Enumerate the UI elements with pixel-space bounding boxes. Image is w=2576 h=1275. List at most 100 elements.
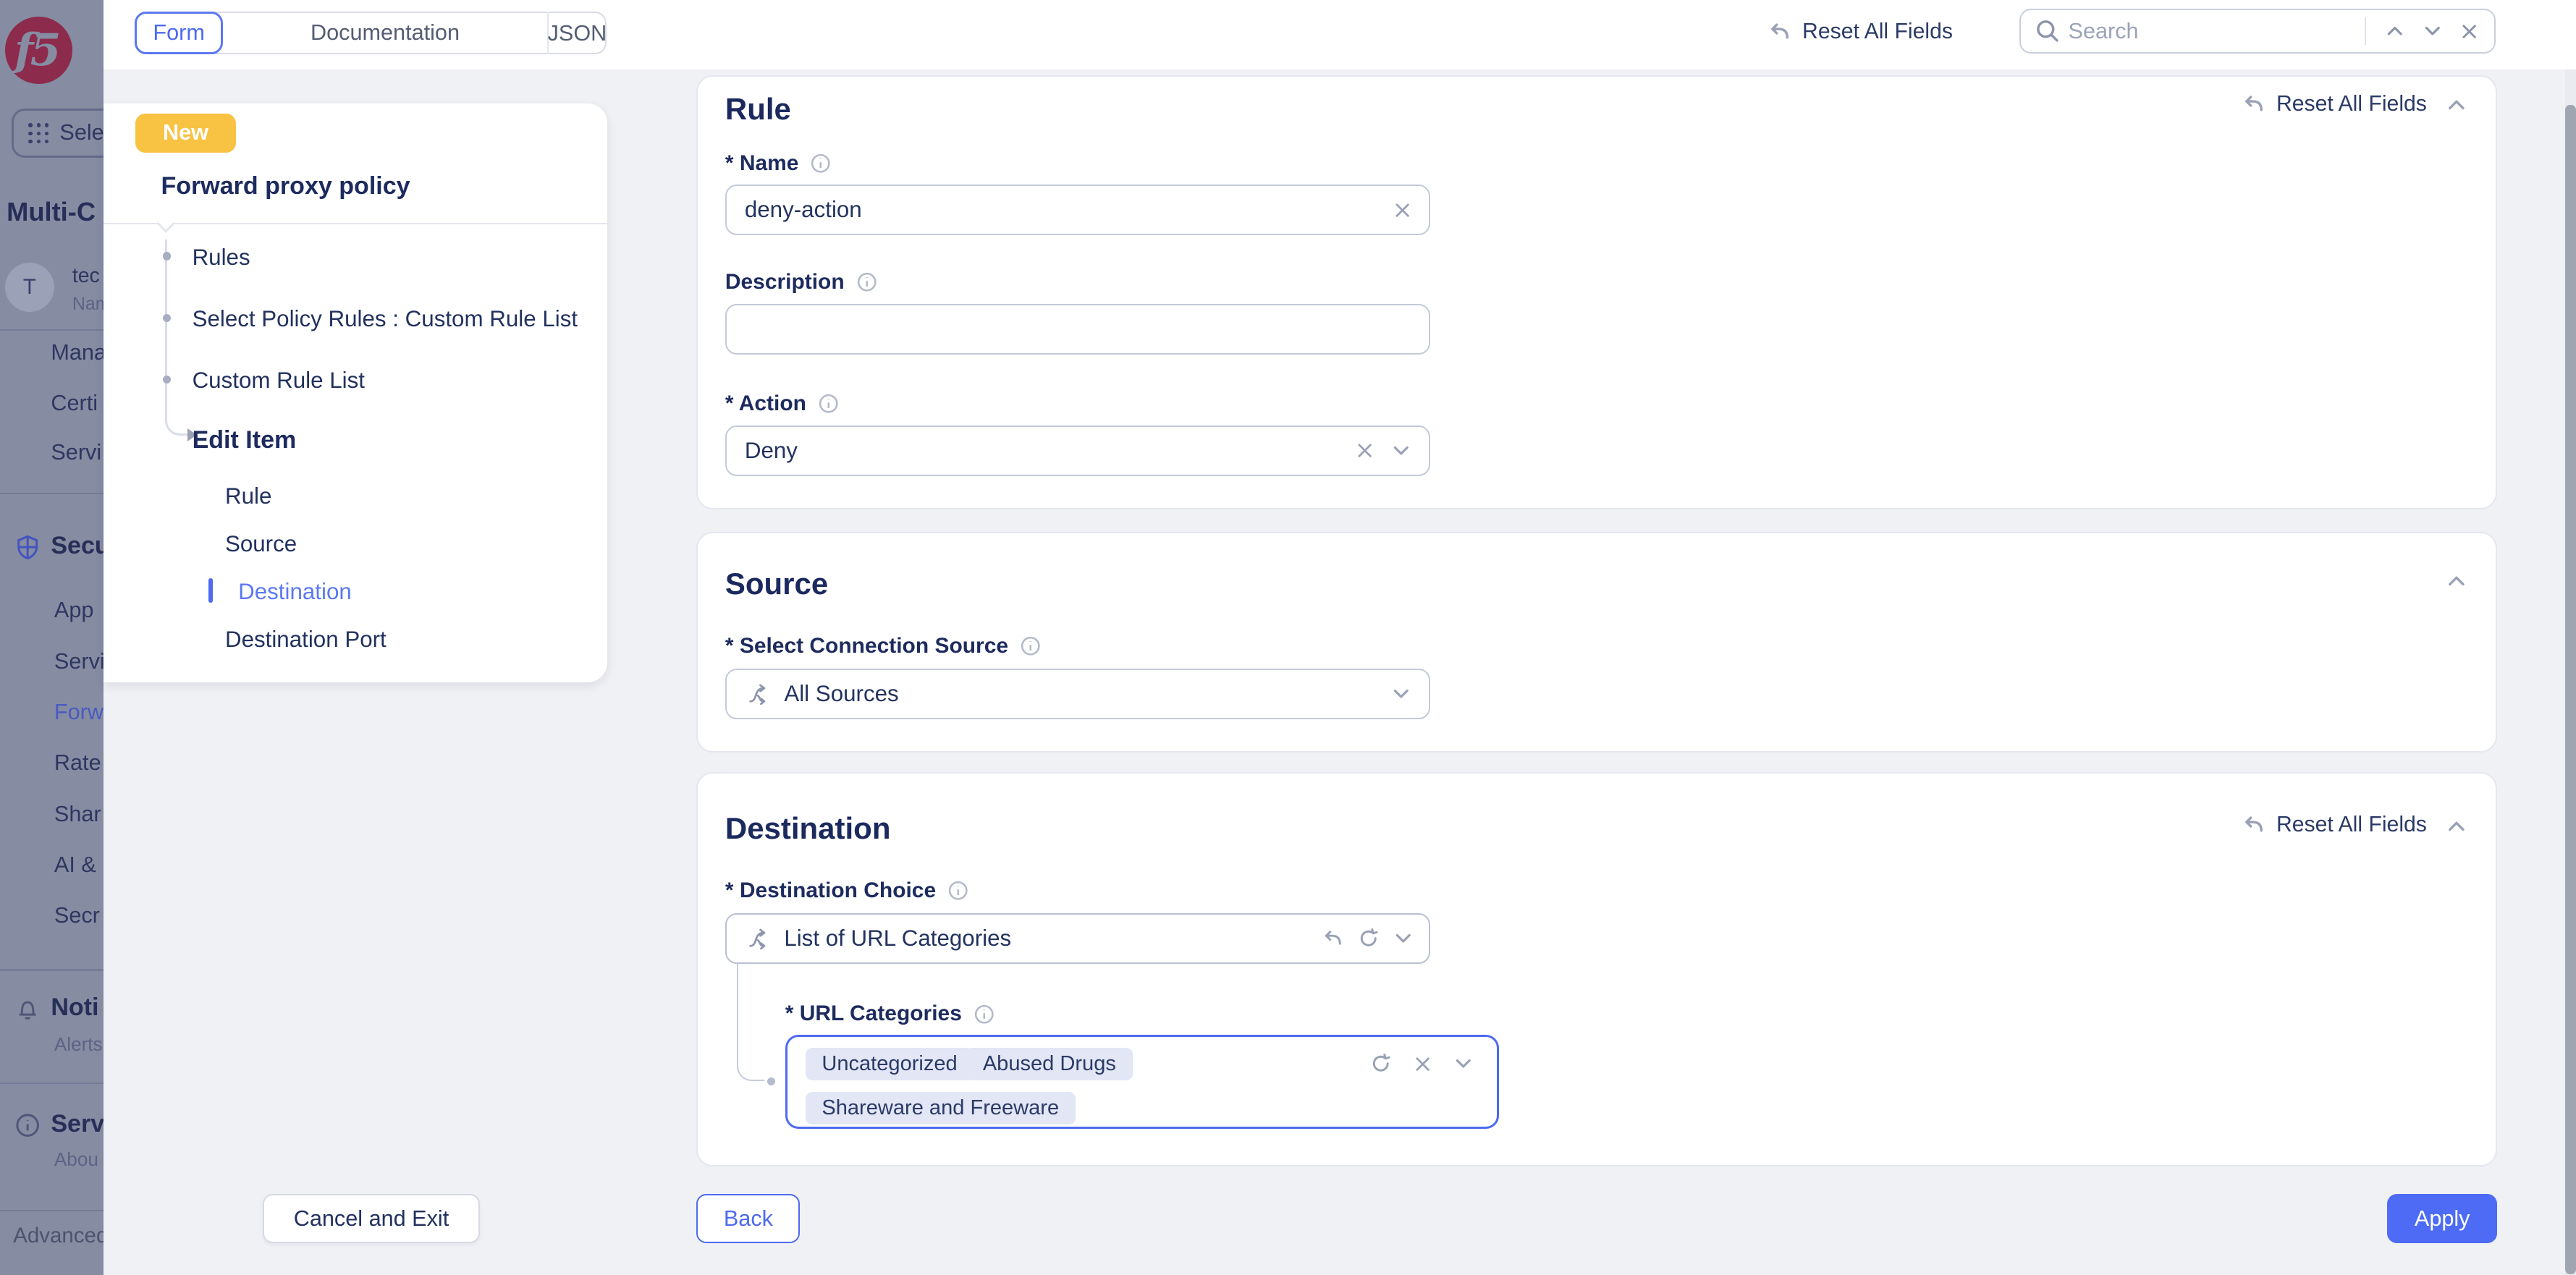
- search-next-button[interactable]: [2414, 20, 2452, 42]
- nested-field-connector-dot: [767, 1077, 775, 1085]
- collapse-section-button[interactable]: [2445, 93, 2468, 117]
- collapse-section-button[interactable]: [2445, 815, 2468, 838]
- wizard-substep-source[interactable]: Source: [225, 531, 297, 557]
- rule-section-title: Rule: [725, 92, 791, 127]
- select-service-label: Sele: [59, 120, 104, 145]
- scrollbar-thumb[interactable]: [2565, 105, 2576, 1274]
- sidebar-item-forward-proxy: Forw: [54, 700, 104, 725]
- sidebar-notifications-subtitle: Alerts: [54, 1033, 103, 1056]
- action-select[interactable]: Deny: [725, 425, 1430, 476]
- sidebar-item-manage: Mana: [51, 340, 104, 365]
- clear-action-icon[interactable]: [1355, 427, 1374, 475]
- refresh-icon[interactable]: [1370, 1037, 1392, 1091]
- select-service-button: Sele: [12, 109, 104, 158]
- tab-documentation[interactable]: Documentation: [223, 13, 546, 52]
- tenant-name: tec: [72, 264, 100, 288]
- tab-form[interactable]: Form: [135, 12, 224, 54]
- sidebar-section-security: Secu: [51, 532, 104, 560]
- collapse-section-button[interactable]: [2445, 569, 2468, 593]
- url-categories-multiselect[interactable]: Uncategorized Abused Drugs Shareware and…: [785, 1035, 1499, 1130]
- wizard-substep-destination[interactable]: Destination: [238, 579, 352, 605]
- modal-body: New Forward proxy policy Rules Select Po…: [104, 69, 2576, 1274]
- sidebar-item-rate: Rate: [54, 750, 101, 776]
- search-box: [2019, 9, 2496, 53]
- cancel-and-exit-button[interactable]: Cancel and Exit: [263, 1194, 480, 1243]
- tenant-subtitle: Nam: [72, 294, 104, 315]
- undo-icon: [1768, 20, 1791, 43]
- rule-reset-fields-button[interactable]: Reset All Fields: [2242, 92, 2427, 117]
- destination-choice-select[interactable]: List of URL Categories: [725, 913, 1430, 964]
- wizard-step-rules[interactable]: Rules: [193, 245, 250, 271]
- sidebar-item-app: App: [54, 598, 94, 623]
- name-input[interactable]: [727, 186, 1429, 234]
- wizard-step-custom-rule-list[interactable]: Custom Rule List: [193, 368, 365, 394]
- wizard-substep-destination-port[interactable]: Destination Port: [225, 627, 387, 653]
- info-icon[interactable]: [810, 153, 832, 174]
- app-root: f5 Sele Multi-C T tec Nam Mana Certi Ser…: [0, 0, 2576, 1275]
- sidebar-divider: [0, 1210, 104, 1211]
- description-input[interactable]: [727, 305, 1429, 353]
- reset-all-fields-label: Reset All Fields: [1802, 20, 1953, 44]
- wizard-step-select-policy-rules[interactable]: Select Policy Rules : Custom Rule List: [193, 306, 578, 332]
- refresh-icon[interactable]: [1358, 915, 1380, 962]
- sidebar-item-certificates: Certi: [51, 391, 98, 416]
- description-input-box: [725, 304, 1430, 355]
- grid-icon: [28, 123, 48, 143]
- sidebar-item-shared: Shar: [54, 802, 101, 827]
- clear-categories-icon[interactable]: [1413, 1037, 1432, 1091]
- f5-logo: f5: [5, 17, 72, 84]
- destination-section-card: Destination Reset All Fields * Destinati…: [696, 772, 2497, 1166]
- destination-choice-value: List of URL Categories: [784, 915, 1011, 962]
- tab-json[interactable]: JSON: [547, 12, 607, 54]
- destination-reset-fields-button[interactable]: Reset All Fields: [2242, 813, 2427, 837]
- shield-icon: [14, 534, 41, 560]
- modal-toolbar: Form Documentation JSON Reset All Fields: [104, 0, 2576, 69]
- category-tag[interactable]: Abused Drugs: [966, 1048, 1132, 1080]
- chevron-down-icon[interactable]: [1453, 1037, 1474, 1091]
- step-dot: [163, 252, 171, 260]
- connection-source-label: * Select Connection Source: [725, 634, 1042, 658]
- url-categories-label: * URL Categories: [785, 1001, 995, 1026]
- search-icon: [2021, 19, 2069, 43]
- info-icon[interactable]: [818, 393, 840, 415]
- description-field-label: Description: [725, 270, 877, 295]
- search-clear-button[interactable]: [2452, 22, 2494, 41]
- bell-icon: [14, 996, 41, 1022]
- branch-icon: [746, 915, 771, 962]
- sidebar-backdrop: f5 Sele Multi-C T tec Nam Mana Certi Ser…: [0, 0, 104, 1275]
- reset-all-fields-button[interactable]: Reset All Fields: [1768, 20, 1953, 44]
- active-substep-bar: [208, 578, 213, 603]
- back-button[interactable]: Back: [696, 1194, 800, 1243]
- apply-button[interactable]: Apply: [2387, 1194, 2497, 1243]
- info-icon[interactable]: [1020, 635, 1042, 657]
- category-tag[interactable]: Uncategorized: [806, 1048, 974, 1080]
- connection-source-select[interactable]: All Sources: [725, 669, 1430, 719]
- wizard-substep-rule[interactable]: Rule: [225, 483, 271, 509]
- chevron-down-icon[interactable]: [1390, 427, 1412, 475]
- source-section-title: Source: [725, 567, 828, 601]
- destination-section-title: Destination: [725, 811, 891, 846]
- search-input[interactable]: [2069, 19, 2362, 44]
- sidebar-item-service: Servi: [51, 440, 101, 465]
- chevron-down-icon[interactable]: [1390, 670, 1412, 718]
- undo-icon: [2242, 93, 2265, 116]
- category-tag[interactable]: Shareware and Freeware: [806, 1092, 1076, 1124]
- sidebar-divider: [0, 493, 104, 494]
- wizard-title: Forward proxy policy: [161, 172, 410, 200]
- workspace-title: Multi-C: [7, 197, 96, 227]
- connection-source-value: All Sources: [784, 670, 898, 718]
- sidebar-section-notifications: Noti: [51, 994, 98, 1022]
- name-input-box: [725, 185, 1430, 235]
- chevron-down-icon[interactable]: [1393, 915, 1414, 962]
- clear-name-icon[interactable]: [1393, 186, 1412, 234]
- undo-icon[interactable]: [1322, 915, 1343, 962]
- wizard-step-edit-item[interactable]: Edit Item: [193, 426, 297, 454]
- sidebar-item-service-policies: Servi: [54, 649, 104, 674]
- view-tab-group: Form Documentation JSON: [135, 12, 606, 54]
- info-icon[interactable]: [974, 1004, 995, 1025]
- info-icon[interactable]: [947, 880, 969, 902]
- action-field-label: * Action: [725, 391, 839, 416]
- info-icon[interactable]: [856, 271, 878, 293]
- search-prev-button[interactable]: [2376, 20, 2414, 42]
- advanced-toggle: Advanced: [13, 1224, 104, 1248]
